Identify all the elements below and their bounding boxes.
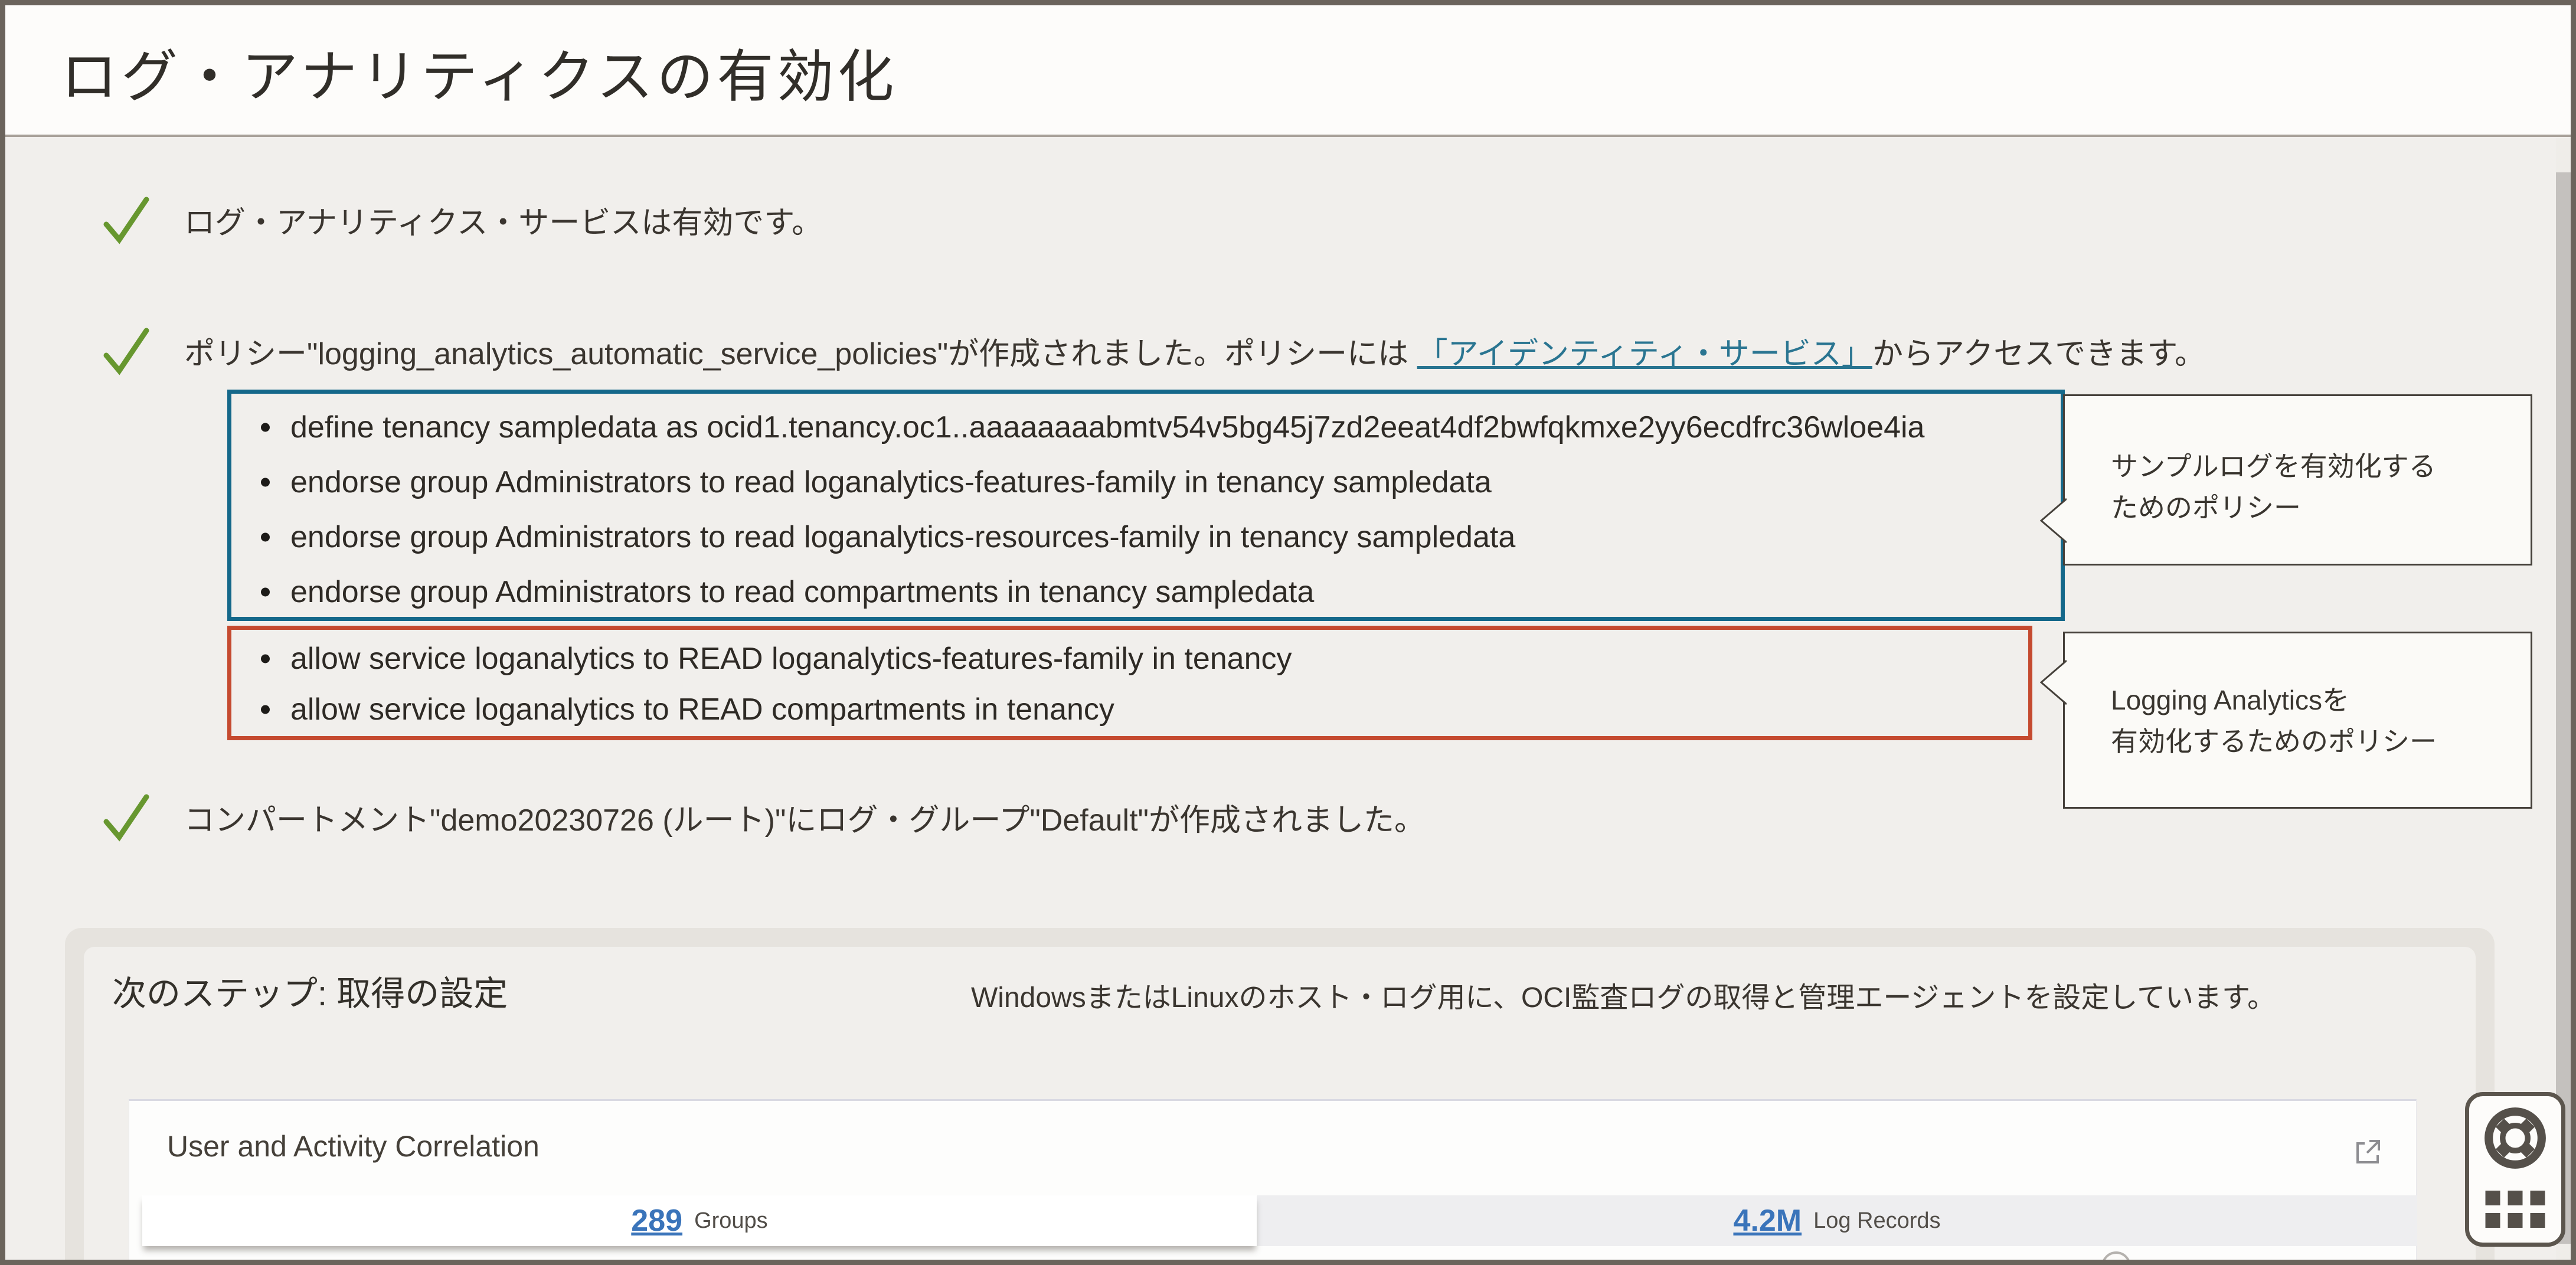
status-row-service-enabled: ログ・アナリティクス・サービスは有効です。 — [102, 195, 822, 244]
policy-created-text: ポリシー"logging_analytics_automatic_service… — [184, 337, 1408, 371]
callout-text: Logging Analyticsを 有効化するためのポリシー — [2111, 679, 2437, 762]
groups-stat-cell: 289 Groups — [142, 1195, 1257, 1246]
log-records-stat-cell: 4.2M Log Records — [1257, 1195, 2417, 1246]
policy-list-item: allow service loganalytics to READ compa… — [231, 684, 2028, 735]
check-icon — [102, 326, 151, 375]
status-row-log-group-created: コンパートメント"demo20230726 (ルート)"にログ・グループ"Def… — [102, 792, 1425, 842]
help-lifebuoy-icon[interactable] — [2480, 1103, 2550, 1173]
callout-arrow-left-icon — [2038, 498, 2067, 544]
external-link-icon[interactable] — [2352, 1136, 2384, 1168]
floating-utility-widget — [2465, 1092, 2565, 1247]
sample-policy-list: define tenancy sampledata as ocid1.tenan… — [231, 394, 2061, 619]
policy-list-item: endorse group Administrators to read log… — [231, 455, 2061, 509]
groups-label: Groups — [694, 1208, 768, 1234]
user-activity-correlation-card: User and Activity Correlation 289 Groups… — [129, 1099, 2417, 1265]
status-row-policy-created: ポリシー"logging_analytics_automatic_service… — [102, 326, 2205, 375]
identity-service-link[interactable]: 「アイデンティティ・サービス」 — [1417, 337, 1872, 371]
callout-arrow-left-icon — [2038, 659, 2067, 705]
status-text: ポリシー"logging_analytics_automatic_service… — [184, 329, 2205, 373]
check-icon — [102, 792, 151, 842]
card-title: User and Activity Correlation — [167, 1129, 540, 1163]
log-records-label: Log Records — [1813, 1208, 1940, 1234]
policy-list-item: endorse group Administrators to read com… — [231, 564, 2061, 619]
enable-log-analytics-page: ログ・アナリティクスの有効化 ログ・アナリティクス・サービスは有効です。 ポリシ… — [0, 0, 2576, 1265]
sample-policy-box: define tenancy sampledata as ocid1.tenan… — [227, 390, 2065, 621]
next-steps-title: 次のステップ: 取得の設定 — [112, 966, 508, 1015]
status-text: コンパートメント"demo20230726 (ルート)"にログ・グループ"Def… — [184, 795, 1425, 839]
callout-text: サンプルログを有効化する ためのポリシー — [2111, 446, 2436, 528]
policy-list-item: endorse group Administrators to read log… — [231, 509, 2061, 564]
policy-list-item: allow service loganalytics to READ logan… — [231, 633, 2028, 684]
service-policy-list: allow service loganalytics to READ logan… — [231, 630, 2028, 735]
next-steps-description: WindowsまたはLinuxのホスト・ログ用に、OCI監査ログの取得と管理エー… — [971, 974, 2276, 1015]
check-icon — [102, 195, 151, 244]
service-policy-box: allow service loganalytics to READ logan… — [227, 626, 2032, 740]
policy-created-suffix: からアクセスできます。 — [1872, 337, 2205, 371]
page-title: ログ・アナリティクスの有効化 — [61, 31, 897, 113]
vertical-scrollbar-thumb[interactable] — [2556, 172, 2571, 1244]
status-text: ログ・アナリティクス・サービスは有効です。 — [184, 198, 822, 242]
app-grid-icon[interactable] — [2486, 1191, 2545, 1228]
groups-count-link[interactable]: 289 — [631, 1203, 682, 1238]
log-records-count-link[interactable]: 4.2M — [1733, 1203, 1802, 1238]
callout-sample-policy: サンプルログを有効化する ためのポリシー — [2063, 394, 2532, 566]
page-header: ログ・アナリティクスの有効化 — [0, 0, 2576, 137]
callout-service-policy: Logging Analyticsを 有効化するためのポリシー — [2063, 632, 2532, 809]
policy-list-item: define tenancy sampledata as ocid1.tenan… — [231, 400, 2061, 455]
